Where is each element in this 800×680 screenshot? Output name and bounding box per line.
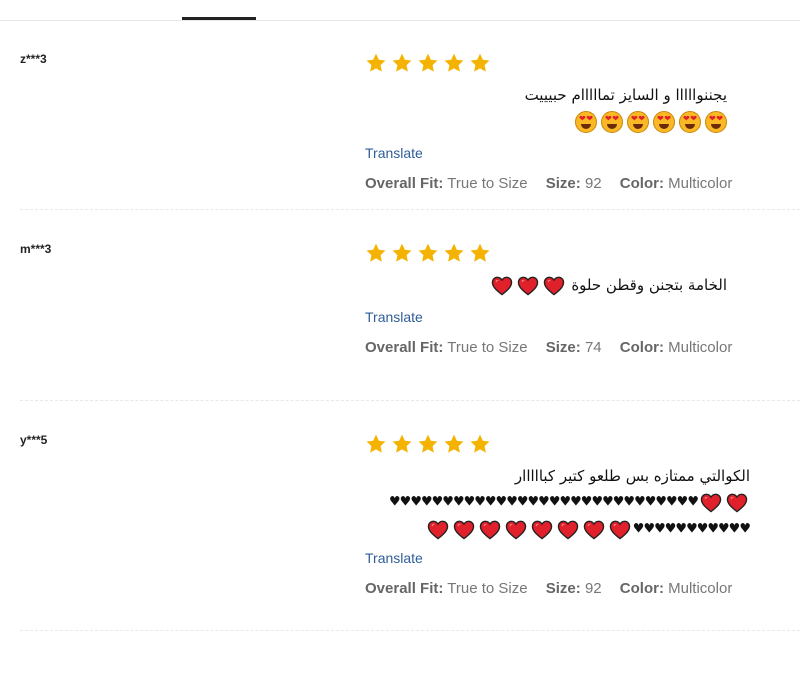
review-text: الخامة بتجنن وقطن حلوة — [365, 272, 727, 299]
red-heart-icon — [491, 276, 513, 296]
red-heart-icon — [505, 520, 527, 540]
review-text: يجننوااااا و السايز تمااااام حبيييت — [365, 82, 727, 135]
size-label: Size: — [545, 580, 581, 597]
red-heart-icon — [726, 493, 748, 513]
red-heart-icon — [531, 520, 553, 540]
reviewer-name: y***5 — [20, 433, 48, 447]
fit-value: True to Size — [447, 580, 528, 597]
red-heart-icon — [479, 520, 501, 540]
review-item: m***3 الخامة بتجنن وقطن حلوة Translate O… — [0, 242, 800, 401]
red-heart-icon — [583, 520, 605, 540]
red-heart-icon — [427, 520, 449, 540]
star-icon — [391, 52, 413, 74]
review-text-body: الكوالتي ممتازه بس طلعو كتير كبااااار — [514, 467, 750, 485]
heart-eyes-face-icon — [601, 111, 623, 133]
star-icon — [417, 242, 439, 264]
star-icon — [365, 52, 387, 74]
red-heart-icon — [453, 520, 475, 540]
star-rating — [365, 52, 765, 74]
review-text-body: يجننوااااا و السايز تمااااام حبيييت — [524, 86, 727, 104]
fit-label: Overall Fit: — [365, 174, 444, 192]
star-icon — [391, 242, 413, 264]
fit-label: Overall Fit: — [365, 580, 444, 597]
heart-eyes-face-icon — [627, 111, 649, 133]
star-icon — [365, 433, 387, 455]
size-value: 74 — [584, 338, 602, 356]
review-meta: Overall Fit: True to Size Size: 92 Color… — [365, 175, 765, 192]
color-value: Multicolor — [668, 580, 733, 597]
review-text: الكوالتي ممتازه بس طلعو كتير كبااااار ♥♥… — [365, 463, 751, 542]
star-icon — [417, 52, 439, 74]
reviewer-name: z***3 — [20, 52, 47, 66]
review-item: y***5 الكوالتي ممتازه بس طلعو كتير كبااا… — [0, 433, 800, 631]
fit-value: True to Size — [447, 338, 528, 356]
review-content: الكوالتي ممتازه بس طلعو كتير كبااااار ♥♥… — [365, 433, 765, 597]
star-icon — [365, 242, 387, 264]
star-icon — [469, 433, 491, 455]
emoji-run — [571, 109, 727, 135]
star-icon — [443, 433, 465, 455]
size-label: Size: — [545, 338, 581, 356]
review-divider — [20, 400, 800, 401]
heart-eyes-face-icon — [575, 111, 597, 133]
small-hearts-2: ♥♥♥♥♥♥♥♥♥♥♥ — [632, 521, 751, 536]
color-value: Multicolor — [668, 338, 733, 356]
red-heart-icon — [700, 493, 722, 513]
translate-link[interactable]: Translate — [365, 309, 765, 325]
star-rating — [365, 433, 765, 455]
review-meta: Overall Fit: True to Size Size: 92 Color… — [365, 580, 765, 597]
color-label: Color: — [619, 338, 664, 356]
translate-link[interactable]: Translate — [365, 145, 765, 161]
red-heart-icon — [609, 520, 631, 540]
star-icon — [443, 52, 465, 74]
color-label: Color: — [619, 580, 664, 597]
color-value: Multicolor — [668, 174, 733, 192]
size-value: 92 — [584, 580, 602, 597]
red-heart-icon — [543, 276, 565, 296]
star-icon — [417, 433, 439, 455]
heart-eyes-face-icon — [679, 111, 701, 133]
review-content: يجننوااااا و السايز تمااااام حبيييت Tran… — [365, 52, 765, 192]
review-text-body: الخامة بتجنن وقطن حلوة — [571, 276, 727, 294]
reviewer-name: m***3 — [20, 242, 52, 256]
small-hearts-1: ♥♥♥♥♥♥♥♥♥♥♥♥♥♥♥♥♥♥♥♥♥♥♥♥♥♥♥♥♥ — [389, 494, 699, 510]
review-meta: Overall Fit: True to Size Size: 74 Color… — [365, 339, 765, 356]
color-label: Color: — [619, 174, 664, 192]
fit-label: Overall Fit: — [365, 338, 444, 356]
red-heart-icon — [557, 520, 579, 540]
emoji-run — [489, 273, 567, 299]
heart-eyes-face-icon — [653, 111, 675, 133]
fit-value: True to Size — [447, 174, 528, 192]
emoji-run-b — [425, 516, 633, 542]
star-icon — [391, 433, 413, 455]
heart-eyes-face-icon — [705, 111, 727, 133]
star-icon — [469, 242, 491, 264]
translate-link[interactable]: Translate — [365, 550, 765, 566]
star-icon — [469, 52, 491, 74]
review-item: z***3 يجننوااااا و السايز تمااااام حبييي… — [0, 52, 800, 210]
review-divider — [20, 209, 800, 210]
star-icon — [443, 242, 465, 264]
active-tab-indicator — [182, 17, 256, 20]
tab-bar-divider — [0, 20, 800, 21]
review-content: الخامة بتجنن وقطن حلوة Translate Overall… — [365, 242, 765, 356]
red-heart-icon — [517, 276, 539, 296]
review-divider — [20, 630, 800, 631]
emoji-run-a — [698, 490, 750, 516]
size-value: 92 — [584, 174, 602, 192]
star-rating — [365, 242, 765, 264]
size-label: Size: — [545, 174, 581, 192]
